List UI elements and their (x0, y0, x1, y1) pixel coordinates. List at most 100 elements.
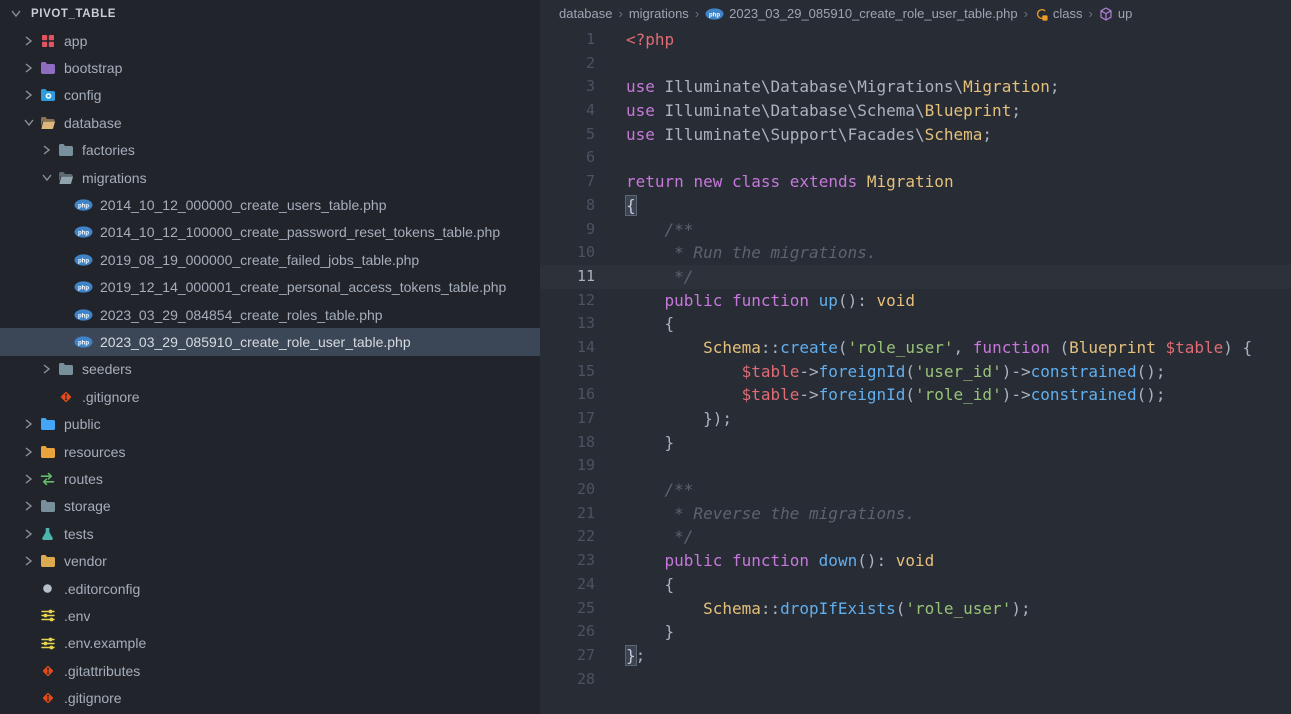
code-area[interactable]: 1<?php23use Illuminate\Database\Migratio… (540, 27, 1291, 714)
breadcrumb-item[interactable]: php2023_03_29_085910_create_role_user_ta… (705, 6, 1017, 21)
tree-item[interactable]: php2014_10_12_100000_create_password_res… (0, 219, 540, 246)
tree-item[interactable]: database (0, 109, 540, 136)
code-line[interactable]: 6 (540, 146, 1291, 170)
code-token: */ (626, 267, 693, 286)
code-line-content (595, 52, 626, 76)
chevron-down-icon[interactable] (20, 118, 38, 128)
code-line[interactable]: 18 } (540, 431, 1291, 455)
tree-item[interactable]: php2019_08_19_000000_create_failed_jobs_… (0, 246, 540, 273)
tree-item[interactable]: factories (0, 137, 540, 164)
chevron-right-icon[interactable] (20, 36, 38, 46)
code-line[interactable]: 2 (540, 52, 1291, 76)
code-token (626, 385, 742, 404)
code-line[interactable]: 28 (540, 668, 1291, 692)
code-line[interactable]: 4use Illuminate\Database\Schema\Blueprin… (540, 99, 1291, 123)
tree-item[interactable]: .gitignore (0, 684, 540, 711)
editor-pane: database›migrations›php2023_03_29_085910… (540, 0, 1291, 714)
tree-item-selected[interactable]: php2023_03_29_085910_create_role_user_ta… (0, 328, 540, 355)
tree-item[interactable]: storage (0, 493, 540, 520)
code-token: foreignId (819, 362, 906, 381)
code-token: ( (1050, 338, 1069, 357)
code-token: Schema (925, 125, 983, 144)
chevron-right-icon[interactable] (20, 63, 38, 73)
code-token: function (732, 551, 809, 570)
tree-item[interactable]: .env (0, 602, 540, 629)
code-token (626, 338, 703, 357)
code-line-active[interactable]: 11 */ (540, 265, 1291, 289)
line-number: 25 (540, 597, 595, 621)
code-line[interactable]: 17 }); (540, 407, 1291, 431)
tree-item[interactable]: .gitignore (0, 383, 540, 410)
code-line[interactable]: 7return new class extends Migration (540, 170, 1291, 194)
chevron-right-icon[interactable] (20, 501, 38, 511)
line-number: 6 (540, 146, 595, 170)
code-line[interactable]: 14 Schema::create('role_user', function … (540, 336, 1291, 360)
code-line-content: * Reverse the migrations. (595, 502, 915, 526)
tree-item[interactable]: app (0, 27, 540, 54)
code-line[interactable]: 26 } (540, 620, 1291, 644)
chevron-right-icon[interactable] (38, 364, 56, 374)
code-line[interactable]: 10 * Run the migrations. (540, 241, 1291, 265)
code-token: { (626, 575, 674, 594)
code-token: constrained (1031, 385, 1137, 404)
chevron-right-icon[interactable] (20, 447, 38, 457)
code-line[interactable]: 27}; (540, 644, 1291, 668)
chevron-right-icon[interactable] (20, 529, 38, 539)
code-line[interactable]: 23 public function down(): void (540, 549, 1291, 573)
chevron-down-icon[interactable] (38, 173, 56, 183)
code-line[interactable]: 12 public function up(): void (540, 289, 1291, 313)
chevron-right-icon[interactable] (20, 90, 38, 100)
line-number: 20 (540, 478, 595, 502)
tree-item[interactable]: .env.example (0, 630, 540, 657)
breadcrumb-item[interactable]: database (559, 6, 613, 21)
tree-item-label: tests (64, 526, 94, 542)
code-line[interactable]: 1<?php (540, 28, 1291, 52)
tree-item[interactable]: bootstrap (0, 54, 540, 81)
code-line[interactable]: 24 { (540, 573, 1291, 597)
tree-item[interactable]: routes (0, 465, 540, 492)
tree-item[interactable]: resources (0, 438, 540, 465)
folder-icon (38, 416, 57, 432)
tree-item[interactable]: migrations (0, 164, 540, 191)
code-token: Schema (703, 599, 761, 618)
code-line[interactable]: 25 Schema::dropIfExists('role_user'); (540, 597, 1291, 621)
explorer-project-header[interactable]: PIVOT_TABLE (0, 0, 540, 27)
line-number: 27 (540, 644, 595, 668)
code-token (722, 551, 732, 570)
code-token: ( (896, 599, 906, 618)
tree-item[interactable]: php2023_03_29_084854_create_roles_table.… (0, 301, 540, 328)
code-token (857, 172, 867, 191)
breadcrumb-item[interactable]: up (1099, 6, 1132, 21)
php-file-icon: php (74, 224, 93, 240)
code-token: new (693, 172, 722, 191)
tree-item[interactable]: public (0, 410, 540, 437)
tree-item-label: app (64, 33, 87, 49)
code-line[interactable]: 5use Illuminate\Support\Facades\Schema; (540, 123, 1291, 147)
tree-item[interactable]: php2014_10_12_000000_create_users_table.… (0, 191, 540, 218)
breadcrumb-item-label: up (1118, 6, 1132, 21)
tree-item[interactable]: php2019_12_14_000001_create_personal_acc… (0, 274, 540, 301)
code-line[interactable]: 9 /** (540, 218, 1291, 242)
code-line[interactable]: 20 /** (540, 478, 1291, 502)
code-line[interactable]: 3use Illuminate\Database\Migrations\Migr… (540, 75, 1291, 99)
tree-item[interactable]: .gitattributes (0, 657, 540, 684)
code-line[interactable]: 21 * Reverse the migrations. (540, 502, 1291, 526)
chevron-right-icon[interactable] (20, 556, 38, 566)
code-token: <?php (626, 30, 674, 49)
tree-item[interactable]: vendor (0, 547, 540, 574)
chevron-right-icon[interactable] (20, 419, 38, 429)
breadcrumb-item[interactable]: migrations (629, 6, 689, 21)
code-line[interactable]: 15 $table->foreignId('user_id')->constra… (540, 360, 1291, 384)
code-line[interactable]: 8{ (540, 194, 1291, 218)
code-line[interactable]: 22 */ (540, 525, 1291, 549)
code-line[interactable]: 13 { (540, 312, 1291, 336)
breadcrumb-item[interactable]: class (1034, 6, 1083, 21)
chevron-right-icon[interactable] (38, 145, 56, 155)
tree-item[interactable]: seeders (0, 356, 540, 383)
tree-item[interactable]: tests (0, 520, 540, 547)
code-line[interactable]: 16 $table->foreignId('role_id')->constra… (540, 383, 1291, 407)
code-line[interactable]: 19 (540, 454, 1291, 478)
chevron-right-icon[interactable] (20, 474, 38, 484)
tree-item[interactable]: .editorconfig (0, 575, 540, 602)
tree-item[interactable]: config (0, 82, 540, 109)
